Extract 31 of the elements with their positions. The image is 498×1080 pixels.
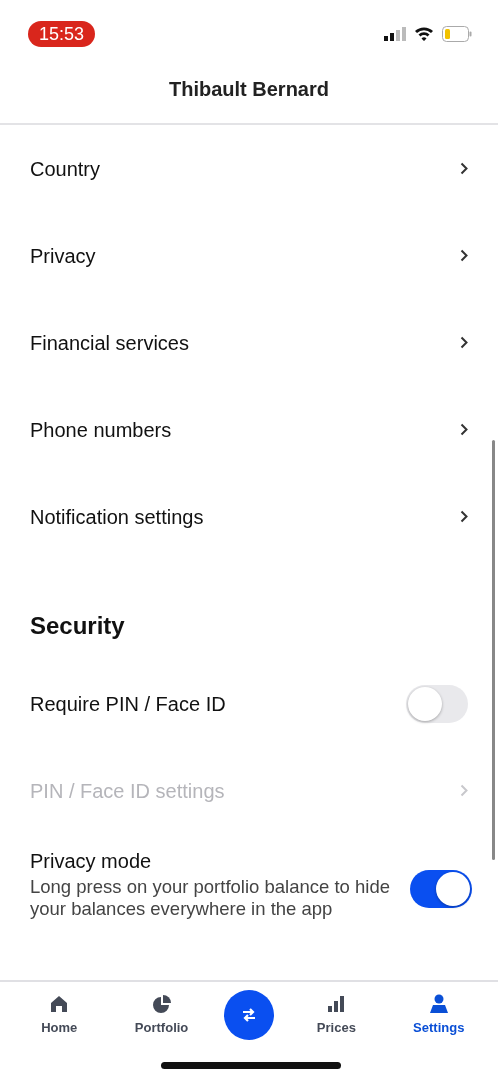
chevron-icon	[460, 510, 468, 523]
person-icon	[428, 994, 449, 1014]
chevron-icon	[460, 784, 468, 797]
tab-button[interactable]: Home	[19, 990, 100, 1038]
tab-button[interactable]: Settings	[398, 990, 479, 1038]
signal-icon	[384, 26, 406, 41]
page-title: Thibault Bernard	[169, 77, 329, 102]
tab-button[interactable]: Prices	[296, 990, 377, 1038]
chevron-icon	[460, 162, 468, 175]
transfer-button[interactable]	[223, 990, 274, 1040]
settings-row[interactable]: Country	[0, 125, 498, 212]
battery-icon	[442, 25, 472, 42]
chevron-icon	[460, 336, 468, 349]
setting-description: Long press on your portfolio balance to hide your balances everywhere in the app	[30, 876, 390, 920]
settings-row[interactable]: Privacy	[0, 212, 498, 299]
chevron-icon	[460, 423, 468, 436]
setting-label: Privacy mode	[30, 849, 153, 874]
status-time: 15:53	[28, 20, 96, 47]
toggle-switch[interactable]	[410, 870, 472, 908]
toggle-switch[interactable]	[406, 684, 468, 723]
pie-chart-icon	[151, 994, 172, 1014]
section-heading: Security	[30, 611, 125, 641]
settings-row[interactable]: Phone numbers	[0, 386, 498, 473]
bar-chart-icon	[326, 994, 347, 1014]
chevron-icon	[460, 249, 468, 262]
tab-button[interactable]: Portfolio	[121, 990, 202, 1038]
settings-row[interactable]: Notification settings	[0, 473, 498, 560]
home-icon	[49, 994, 70, 1014]
settings-row[interactable]: Financial services	[0, 299, 498, 386]
wifi-icon	[414, 26, 434, 41]
setting-label: Require PIN / Face ID	[30, 691, 226, 717]
